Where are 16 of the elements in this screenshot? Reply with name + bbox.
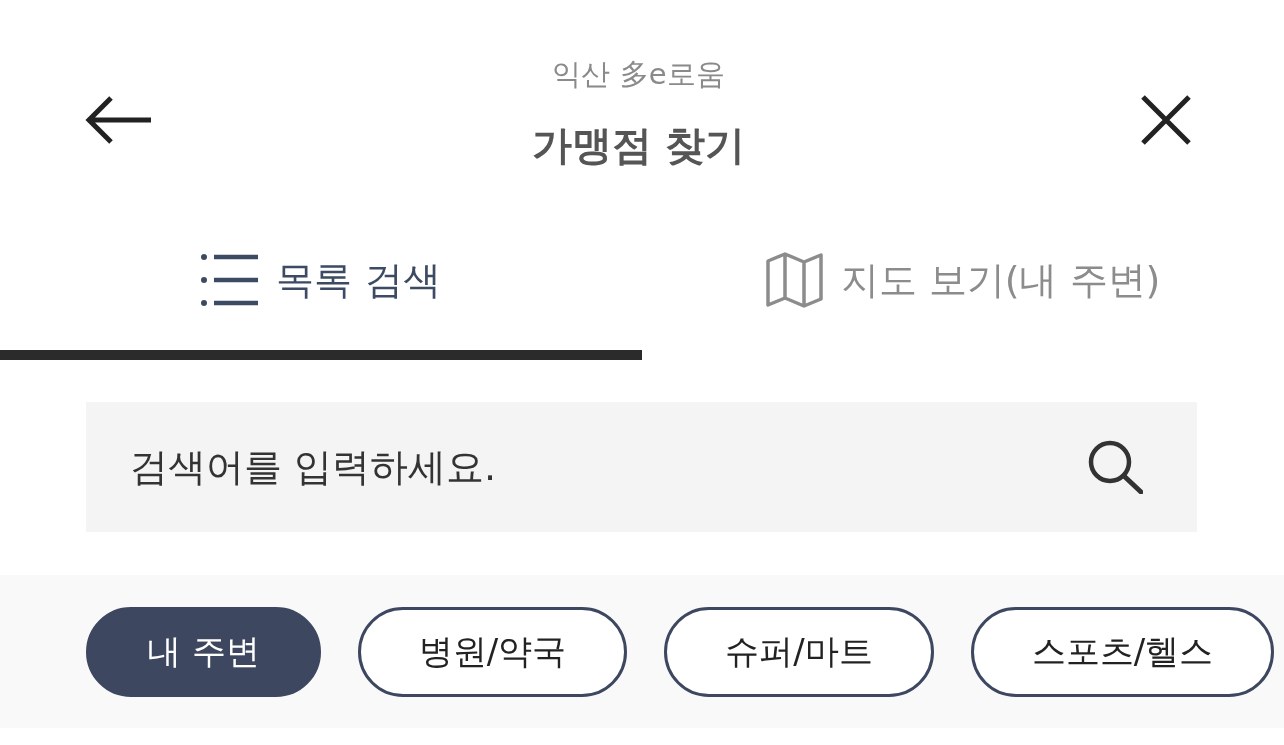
search-field[interactable]: 검색어를 입력하세요. bbox=[86, 402, 1197, 532]
search-icon bbox=[1087, 440, 1143, 494]
page-title: 가맹점 찾기 bbox=[531, 121, 746, 170]
category-chip[interactable]: 스포츠/헬스 bbox=[970, 606, 1275, 697]
back-button[interactable] bbox=[85, 95, 153, 145]
close-icon bbox=[1140, 95, 1192, 145]
list-icon bbox=[201, 252, 259, 308]
category-chip[interactable]: 내 주변 bbox=[86, 606, 321, 697]
map-icon bbox=[765, 252, 823, 308]
category-chip[interactable]: 병원/약국 bbox=[357, 606, 628, 697]
close-button[interactable] bbox=[1140, 95, 1192, 145]
tab[interactable]: 목록 검색 bbox=[0, 222, 642, 360]
header-subtitle: 익산 多e로움 bbox=[552, 56, 725, 93]
arrow-left-icon bbox=[85, 95, 153, 145]
category-chip[interactable]: 슈퍼/마트 bbox=[664, 606, 934, 697]
search-button[interactable] bbox=[1087, 440, 1143, 494]
